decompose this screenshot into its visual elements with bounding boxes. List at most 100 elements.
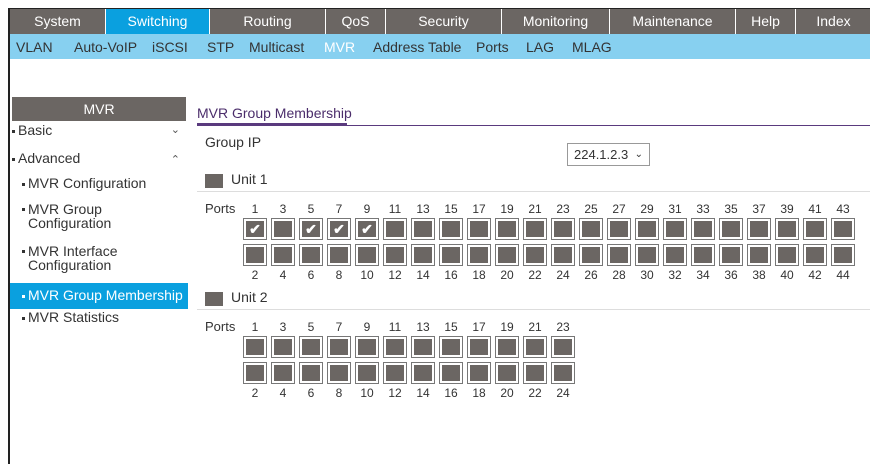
port-21-checkbox[interactable] xyxy=(523,218,547,240)
sidebar-item-advanced[interactable]: Advanced ⌃ xyxy=(10,149,188,175)
port-44-checkbox[interactable] xyxy=(831,244,855,266)
sub-nav-lag[interactable]: LAG xyxy=(526,39,554,55)
port-35-checkbox[interactable] xyxy=(719,218,743,240)
port-34-checkbox[interactable] xyxy=(691,244,715,266)
sidebar-item-mvr-configuration[interactable]: MVR Configuration xyxy=(10,175,188,201)
top-nav-qos[interactable]: QoS xyxy=(326,9,386,34)
port-27-checkbox[interactable] xyxy=(607,218,631,240)
port-6-checkbox[interactable] xyxy=(299,244,323,266)
port-icon xyxy=(414,221,432,237)
port-15-checkbox[interactable] xyxy=(439,336,463,358)
port-16-checkbox[interactable] xyxy=(439,244,463,266)
sub-nav-iscsi[interactable]: iSCSI xyxy=(152,39,188,55)
top-nav-routing[interactable]: Routing xyxy=(210,9,326,34)
port-18-checkbox[interactable] xyxy=(467,244,491,266)
port-25-checkbox[interactable] xyxy=(579,218,603,240)
sub-nav: VLAN Auto-VoIP iSCSI STP Multicast MVR Address… xyxy=(10,34,870,59)
port-43-checkbox[interactable] xyxy=(831,218,855,240)
port-20-checkbox[interactable] xyxy=(495,244,519,266)
port-24-checkbox[interactable] xyxy=(551,244,575,266)
port-42-checkbox[interactable] xyxy=(803,244,827,266)
sidebar-item-mvr-interface-configuration[interactable]: MVR Interface Configuration xyxy=(10,243,188,283)
port-6-checkbox[interactable] xyxy=(299,362,323,384)
port-39-checkbox[interactable] xyxy=(775,218,799,240)
port-23-checkbox[interactable] xyxy=(551,336,575,358)
port-15-checkbox[interactable] xyxy=(439,218,463,240)
top-nav-index[interactable]: Index xyxy=(796,9,870,34)
group-ip-select[interactable]: 224.1.2.3 ⌄ xyxy=(567,143,650,166)
sub-nav-auto-voip[interactable]: Auto-VoIP xyxy=(74,39,137,55)
port-24-checkbox[interactable] xyxy=(551,362,575,384)
port-36-checkbox[interactable] xyxy=(719,244,743,266)
sub-nav-mvr[interactable]: MVR xyxy=(324,39,355,55)
port-33-checkbox[interactable] xyxy=(691,218,715,240)
port-32-checkbox[interactable] xyxy=(663,244,687,266)
port-3-checkbox[interactable] xyxy=(271,218,295,240)
port-22-checkbox[interactable] xyxy=(523,244,547,266)
port-8-checkbox[interactable] xyxy=(327,362,351,384)
port-9-checkbox[interactable] xyxy=(355,336,379,358)
port-1-checkbox[interactable]: ✔ xyxy=(243,218,267,240)
port-12-checkbox[interactable] xyxy=(383,244,407,266)
port-11-checkbox[interactable] xyxy=(383,336,407,358)
port-38-checkbox[interactable] xyxy=(747,244,771,266)
port-4-checkbox[interactable] xyxy=(271,244,295,266)
port-7-checkbox[interactable]: ✔ xyxy=(327,218,351,240)
port-7-checkbox[interactable] xyxy=(327,336,351,358)
port-17-checkbox[interactable] xyxy=(467,336,491,358)
top-nav-help[interactable]: Help xyxy=(736,9,796,34)
port-19-checkbox[interactable] xyxy=(495,336,519,358)
port-37-checkbox[interactable] xyxy=(747,218,771,240)
port-19-checkbox[interactable] xyxy=(495,218,519,240)
top-nav-system[interactable]: System xyxy=(10,9,106,34)
sidebar-item-mvr-group-configuration[interactable]: MVR Group Configuration xyxy=(10,201,188,243)
top-nav-security[interactable]: Security xyxy=(386,9,502,34)
port-22-checkbox[interactable] xyxy=(523,362,547,384)
port-number: 22 xyxy=(528,268,542,282)
sidebar-item-basic[interactable]: Basic ⌄ xyxy=(10,121,188,149)
sub-nav-mlag[interactable]: MLAG xyxy=(572,39,612,55)
port-26-checkbox[interactable] xyxy=(579,244,603,266)
port-13-checkbox[interactable] xyxy=(411,336,435,358)
sub-nav-vlan[interactable]: VLAN xyxy=(16,39,53,55)
port-14-checkbox[interactable] xyxy=(411,244,435,266)
port-5-checkbox[interactable] xyxy=(299,336,323,358)
port-icon xyxy=(554,247,572,263)
port-3-checkbox[interactable] xyxy=(271,336,295,358)
sub-nav-stp[interactable]: STP xyxy=(207,39,234,55)
port-28-checkbox[interactable] xyxy=(607,244,631,266)
top-nav-monitoring[interactable]: Monitoring xyxy=(502,9,610,34)
port-10-checkbox[interactable] xyxy=(355,244,379,266)
port-41-checkbox[interactable] xyxy=(803,218,827,240)
sub-nav-ports[interactable]: Ports xyxy=(476,39,509,55)
sidebar-item-mvr-statistics[interactable]: MVR Statistics xyxy=(10,309,188,333)
port-10-checkbox[interactable] xyxy=(355,362,379,384)
port-8-checkbox[interactable] xyxy=(327,244,351,266)
port-29-checkbox[interactable] xyxy=(635,218,659,240)
port-23-checkbox[interactable] xyxy=(551,218,575,240)
port-4-checkbox[interactable] xyxy=(271,362,295,384)
top-nav-maintenance[interactable]: Maintenance xyxy=(610,9,736,34)
port-5-checkbox[interactable]: ✔ xyxy=(299,218,323,240)
port-9-checkbox[interactable]: ✔ xyxy=(355,218,379,240)
port-14-checkbox[interactable] xyxy=(411,362,435,384)
port-11-checkbox[interactable] xyxy=(383,218,407,240)
port-40-checkbox[interactable] xyxy=(775,244,799,266)
port-13-checkbox[interactable] xyxy=(411,218,435,240)
port-21-checkbox[interactable] xyxy=(523,336,547,358)
sub-nav-address-table[interactable]: Address Table xyxy=(373,39,461,55)
port-2-checkbox[interactable] xyxy=(243,244,267,266)
top-nav-switching[interactable]: Switching xyxy=(106,9,210,34)
port-16-checkbox[interactable] xyxy=(439,362,463,384)
port-1-checkbox[interactable] xyxy=(243,336,267,358)
port-31-checkbox[interactable] xyxy=(663,218,687,240)
port-12-checkbox[interactable] xyxy=(383,362,407,384)
port-2-checkbox[interactable] xyxy=(243,362,267,384)
port-17-checkbox[interactable] xyxy=(467,218,491,240)
port-30-checkbox[interactable] xyxy=(635,244,659,266)
sub-nav-multicast[interactable]: Multicast xyxy=(249,39,304,55)
checkmark-icon: ✔ xyxy=(249,221,261,237)
port-18-checkbox[interactable] xyxy=(467,362,491,384)
sidebar-item-mvr-group-membership[interactable]: MVR Group Membership xyxy=(10,283,188,309)
port-20-checkbox[interactable] xyxy=(495,362,519,384)
